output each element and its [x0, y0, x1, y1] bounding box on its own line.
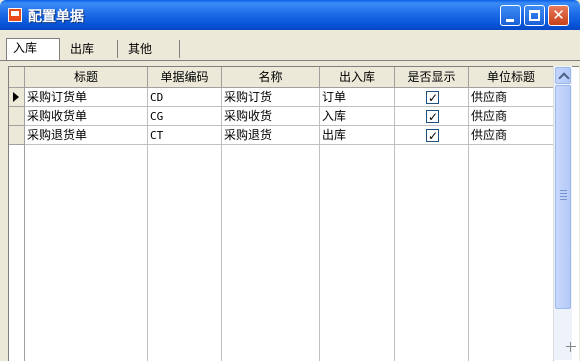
- cell-code[interactable]: CT: [148, 126, 222, 145]
- cell-title[interactable]: 采购收货单: [25, 107, 148, 126]
- header-title[interactable]: 标题: [25, 67, 148, 88]
- data-grid[interactable]: 标题 单据编码 名称 出入库 是否显示 单位标题 采购订货单 CD 采购订货 订…: [8, 66, 579, 361]
- tab-outbound[interactable]: 出库: [64, 40, 118, 58]
- cell-inout[interactable]: 出库: [320, 126, 395, 145]
- maximize-button[interactable]: [524, 5, 545, 26]
- grip-line: [560, 193, 567, 194]
- cell-unit[interactable]: 供应商: [469, 126, 554, 145]
- show-checkbox[interactable]: ✓: [426, 129, 439, 143]
- table-row[interactable]: 采购收货单 CG 采购收货 入库 ✓ 供应商: [9, 107, 554, 126]
- cell-show: ✓: [395, 88, 469, 107]
- table-row[interactable]: 采购订货单 CD 采购订货 订单 ✓ 供应商: [9, 88, 554, 107]
- cell-inout[interactable]: 入库: [320, 107, 395, 126]
- row-indicator[interactable]: [9, 88, 25, 107]
- cell-title[interactable]: 采购退货单: [25, 126, 148, 145]
- tab-inbound[interactable]: 入库: [6, 38, 60, 60]
- check-icon: ✓: [428, 129, 439, 143]
- cell-name[interactable]: 采购订货: [222, 88, 320, 107]
- app-icon[interactable]: [8, 8, 22, 22]
- table-row[interactable]: 采购退货单 CT 采购退货 出库 ✓ 供应商: [9, 126, 554, 145]
- cell-name[interactable]: 采购退货: [222, 126, 320, 145]
- tab-divider: [0, 60, 580, 61]
- tab-other[interactable]: 其他: [122, 40, 180, 58]
- show-checkbox[interactable]: ✓: [426, 110, 439, 124]
- scroll-up-button[interactable]: [555, 67, 571, 84]
- check-icon: ✓: [428, 91, 439, 105]
- header-name[interactable]: 名称: [222, 67, 320, 88]
- minimize-button[interactable]: [500, 5, 521, 26]
- cell-unit[interactable]: 供应商: [469, 107, 554, 126]
- cell-name[interactable]: 采购收货: [222, 107, 320, 126]
- grip-line: [560, 199, 567, 200]
- scroll-thumb[interactable]: [555, 85, 571, 309]
- arrow-right-icon: [13, 92, 19, 102]
- cell-title[interactable]: 采购订货单: [25, 88, 148, 107]
- cell-code[interactable]: CD: [148, 88, 222, 107]
- grid-header: 标题 单据编码 名称 出入库 是否显示 单位标题: [9, 67, 554, 88]
- header-unit[interactable]: 单位标题: [469, 67, 554, 88]
- grip-line: [560, 190, 567, 191]
- header-inout[interactable]: 出入库: [320, 67, 395, 88]
- window-title: 配置单据: [28, 9, 84, 25]
- header-indicator: [9, 67, 25, 88]
- cell-show: ✓: [395, 107, 469, 126]
- grip-line: [560, 196, 567, 197]
- close-icon: ✕: [552, 6, 565, 24]
- check-icon: ✓: [428, 110, 439, 124]
- header-show[interactable]: 是否显示: [395, 67, 469, 88]
- minimize-icon: [506, 19, 514, 22]
- close-button[interactable]: ✕: [548, 5, 569, 26]
- vertical-scrollbar[interactable]: [553, 66, 572, 360]
- row-indicator[interactable]: [9, 126, 25, 145]
- title-bar[interactable]: 配置单据 ✕: [0, 0, 580, 30]
- cursor-crosshair-icon: [566, 342, 576, 352]
- header-code[interactable]: 单据编码: [148, 67, 222, 88]
- show-checkbox[interactable]: ✓: [426, 91, 439, 105]
- cell-inout[interactable]: 订单: [320, 88, 395, 107]
- row-indicator[interactable]: [9, 107, 25, 126]
- cell-unit[interactable]: 供应商: [469, 88, 554, 107]
- cell-code[interactable]: CG: [148, 107, 222, 126]
- cell-show: ✓: [395, 126, 469, 145]
- maximize-icon: [529, 10, 540, 21]
